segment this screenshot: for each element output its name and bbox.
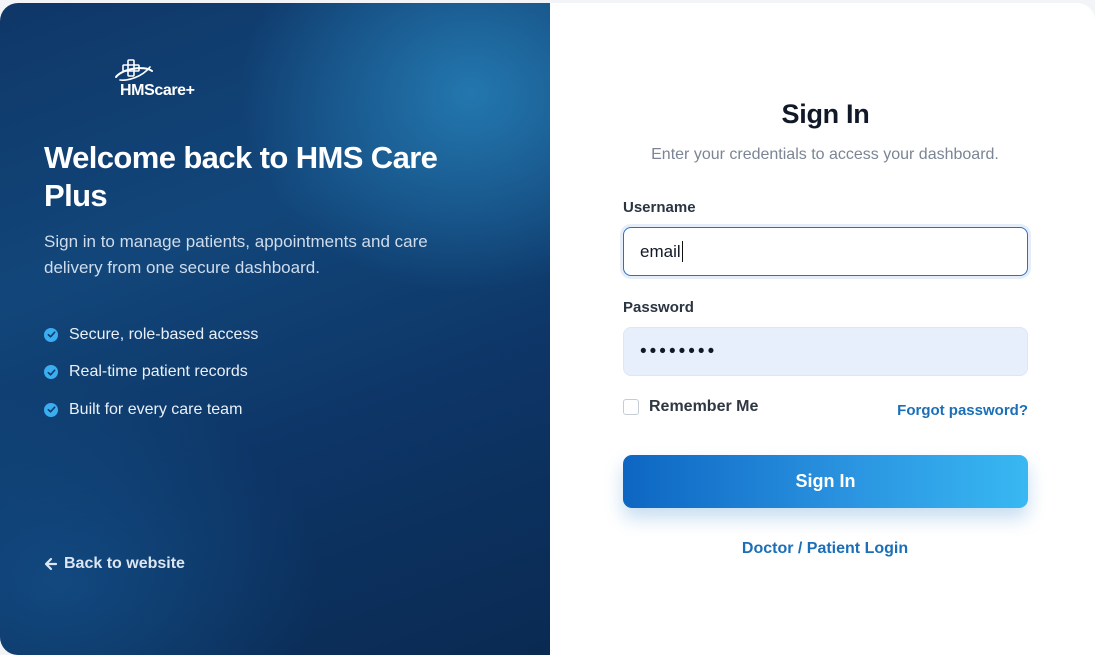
password-field[interactable]: •••••••• (623, 327, 1028, 376)
arrow-left-icon (44, 557, 58, 571)
back-link-label: Back to website (64, 555, 185, 572)
password-label: Password (623, 299, 694, 316)
feature-label: Secure, role-based access (69, 325, 259, 343)
welcome-heading: Welcome back to HMS Care Plus (44, 140, 438, 213)
remember-me[interactable]: Remember Me (623, 398, 758, 416)
username-label: Username (623, 199, 696, 216)
username-field[interactable]: email (623, 227, 1028, 276)
feature-label: Built for every care team (69, 400, 243, 418)
sign-in-button[interactable]: Sign In (623, 455, 1028, 508)
feature-list: Secure, role-based access Real-time pati… (44, 316, 258, 429)
feature-item: Built for every care team (44, 391, 258, 429)
forgot-password-link[interactable]: Forgot password? (897, 402, 1028, 419)
check-circle-icon (44, 327, 58, 342)
check-circle-icon (44, 402, 58, 417)
signin-panel: Sign In Enter your credentials to access… (550, 3, 1095, 655)
text-caret (681, 241, 684, 262)
check-circle-icon (44, 365, 58, 380)
welcome-panel: HMScare+ Welcome back to HMS Care Plus S… (0, 3, 550, 655)
welcome-subtitle: Sign in to manage patients, appointments… (44, 232, 428, 277)
logo-text: HMScare+ (120, 82, 195, 99)
login-card: HMScare+ Welcome back to HMS Care Plus S… (0, 3, 1095, 655)
brand-logo[interactable]: HMScare+ (112, 57, 208, 101)
feature-item: Real-time patient records (44, 354, 258, 392)
signin-description: Enter your credentials to access your da… (651, 146, 999, 163)
back-to-website-link[interactable]: Back to website (44, 555, 185, 573)
feature-item: Secure, role-based access (44, 316, 258, 354)
remember-label: Remember Me (649, 398, 759, 415)
feature-label: Real-time patient records (69, 363, 248, 381)
username-value: email (640, 241, 681, 261)
password-value: •••••••• (640, 340, 718, 362)
doctor-patient-login-link[interactable]: Doctor / Patient Login (550, 540, 1095, 558)
cross-orbit-icon (115, 59, 153, 81)
signin-title: Sign In (781, 99, 870, 129)
remember-checkbox[interactable] (623, 399, 639, 415)
